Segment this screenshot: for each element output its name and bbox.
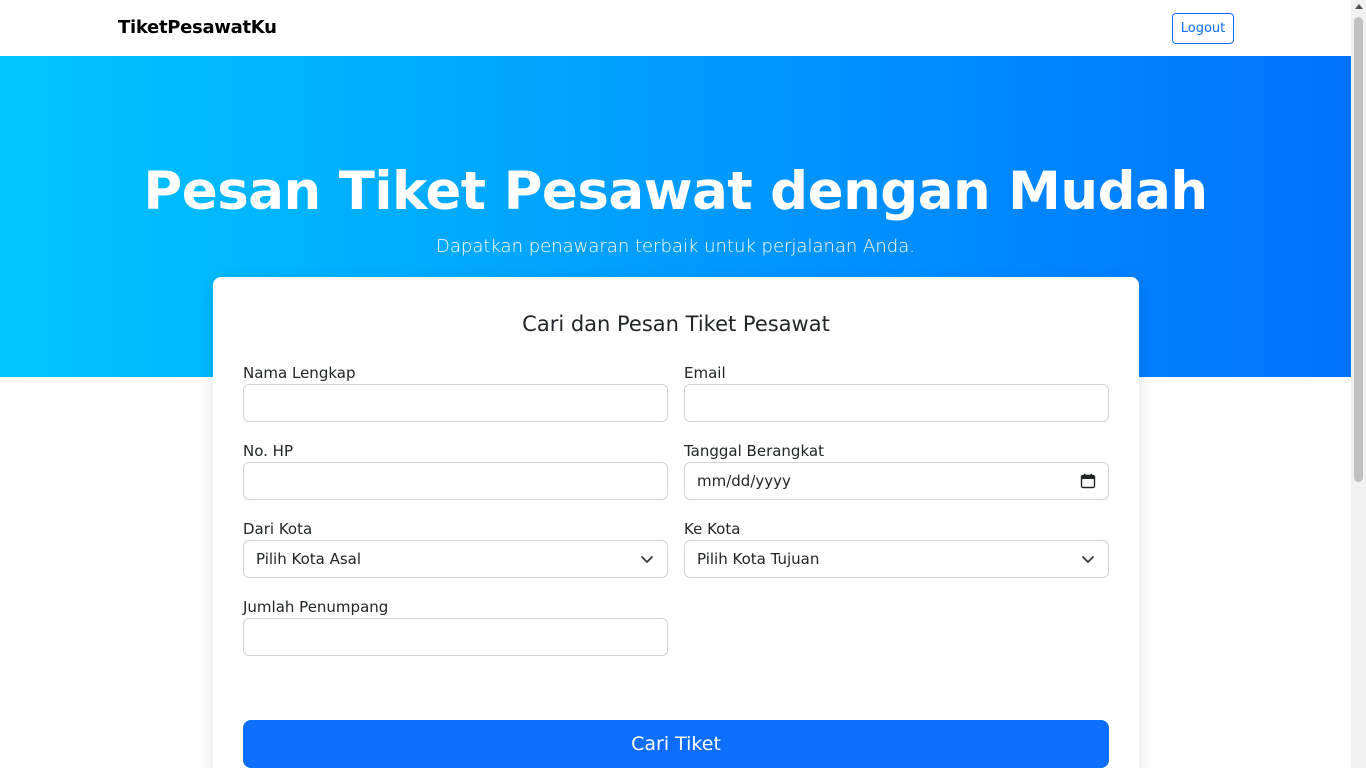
scroll-up-arrow-icon[interactable] [1355,4,1363,9]
cari-tiket-button[interactable]: Cari Tiket [243,720,1109,768]
email-label: Email [684,364,726,382]
chevron-down-icon [639,551,655,567]
form-title: Cari dan Pesan Tiket Pesawat [522,312,830,336]
hero-subtitle: Dapatkan penawaran terbaik untuk perjala… [436,236,915,257]
dari-label: Dari Kota [243,520,313,538]
navbar: TiketPesawatKu Logout [0,0,1351,56]
calendar-icon[interactable] [1080,473,1096,489]
tanggal-value: mm/dd/yyyy [697,472,791,490]
email-input[interactable] [684,384,1109,422]
dari-select[interactable]: Pilih Kota Asal [243,540,668,578]
booking-form-card: Cari dan Pesan Tiket Pesawat Nama Lengka… [213,277,1139,768]
ke-select[interactable]: Pilih Kota Tujuan [684,540,1109,578]
tanggal-label: Tanggal Berangkat [684,442,824,460]
nama-input[interactable] [243,384,668,422]
ke-label: Ke Kota [684,520,741,538]
brand-logo-text[interactable]: TiketPesawatKu [118,17,277,39]
tanggal-input[interactable]: mm/dd/yyyy [684,462,1109,500]
vertical-scrollbar[interactable] [1351,0,1366,768]
ke-value: Pilih Kota Tujuan [697,550,820,568]
jumlah-input[interactable] [243,618,668,656]
chevron-down-icon [1080,551,1096,567]
jumlah-label: Jumlah Penumpang [243,598,389,616]
nama-label: Nama Lengkap [243,364,356,382]
hp-input[interactable] [243,462,668,500]
logout-button[interactable]: Logout [1172,13,1234,44]
scrollbar-thumb[interactable] [1354,17,1363,482]
hp-label: No. HP [243,442,293,460]
hero-title: Pesan Tiket Pesawat dengan Mudah [143,161,1208,222]
dari-value: Pilih Kota Asal [256,550,362,568]
